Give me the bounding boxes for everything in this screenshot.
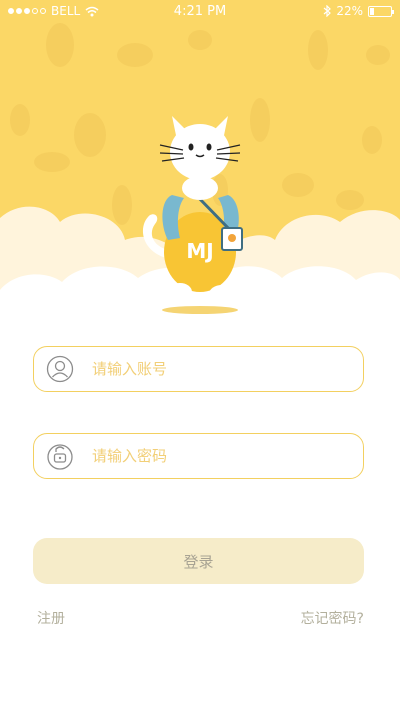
- status-right: 22%: [323, 4, 394, 18]
- status-bar: BELL 4:21 PM 22%: [0, 0, 400, 22]
- account-input[interactable]: [92, 360, 332, 378]
- carrier-label: BELL: [51, 4, 81, 18]
- account-field[interactable]: [33, 346, 364, 392]
- header-banner: MJ: [0, 0, 400, 320]
- bluetooth-icon: [323, 5, 332, 17]
- forgot-password-link[interactable]: 忘记密码?: [301, 608, 364, 628]
- lock-icon: [46, 442, 74, 470]
- signal-icon: [8, 8, 46, 14]
- status-time: 4:21 PM: [173, 3, 227, 19]
- user-icon: [46, 355, 74, 383]
- shirt-label: MJ: [186, 239, 213, 263]
- password-input[interactable]: [92, 447, 332, 465]
- register-link[interactable]: 注册: [37, 608, 65, 628]
- password-field[interactable]: [33, 433, 364, 479]
- status-left: BELL: [8, 4, 99, 18]
- wifi-icon: [85, 6, 99, 16]
- header-illustration: MJ: [0, 23, 400, 320]
- battery-icon: [368, 5, 394, 17]
- battery-percent: 22%: [336, 4, 363, 18]
- battery-level: [370, 7, 375, 15]
- login-button[interactable]: 登录: [33, 538, 364, 584]
